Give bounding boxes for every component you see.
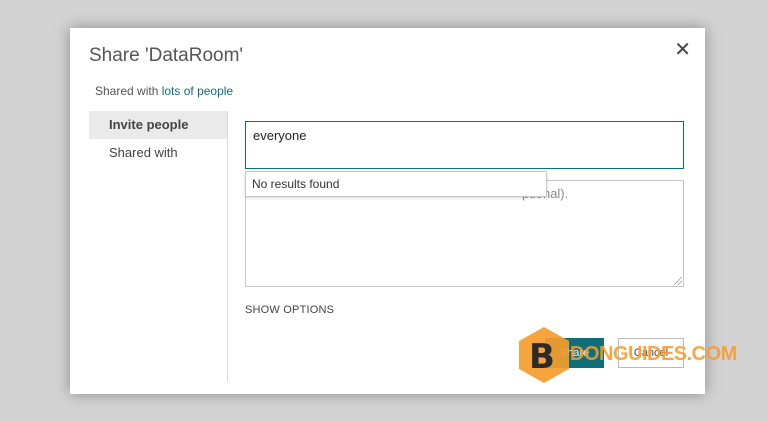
sidebar-item-shared-with[interactable]: Shared with: [89, 139, 227, 167]
shared-summary-label: Shared with: [95, 84, 159, 98]
resize-grip-icon[interactable]: [674, 277, 682, 285]
people-suggestions-dropdown: No results found: [245, 171, 547, 197]
shared-with-link[interactable]: lots of people: [162, 84, 233, 98]
share-dialog: Share 'DataRoom' ✕ Shared with lots of p…: [70, 28, 705, 394]
share-button[interactable]: Share: [545, 338, 604, 368]
people-picker-input[interactable]: everyone: [245, 121, 684, 169]
share-sidebar: Invite people Shared with: [89, 111, 228, 381]
close-icon[interactable]: ✕: [674, 40, 691, 60]
dialog-title: Share 'DataRoom': [89, 45, 244, 66]
sidebar-item-invite-people[interactable]: Invite people: [89, 111, 227, 139]
cancel-button[interactable]: Cancel: [618, 338, 684, 368]
shared-summary: Shared with lots of people: [95, 84, 233, 98]
show-options-link[interactable]: SHOW OPTIONS: [245, 304, 334, 316]
no-results-text: No results found: [252, 177, 340, 191]
